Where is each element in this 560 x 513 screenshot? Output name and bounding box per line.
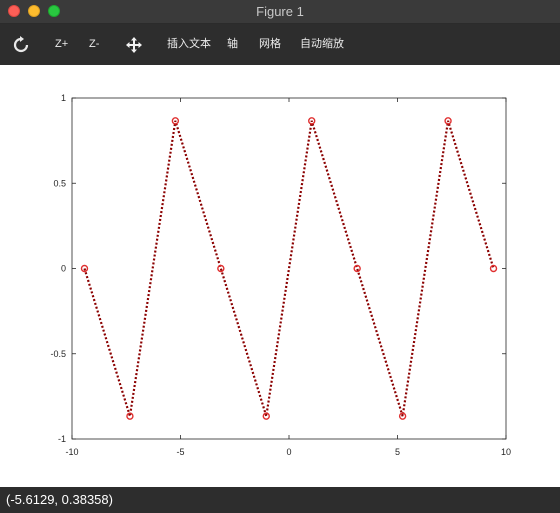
y-tick-label: 0	[61, 264, 66, 274]
y-tick-label: 1	[61, 93, 66, 103]
rotate-icon-glyph	[13, 36, 29, 53]
toolbar: Z+ Z- 插入文本 轴 网格 自动缩放	[0, 24, 560, 65]
figure-window: Figure 1 Z+ Z- 插入文本 轴 网格 自动缩放 -10 -5 0 5 10 1…	[0, 0, 560, 513]
axes-box	[71, 97, 507, 440]
insert-text-button[interactable]: 插入文本	[167, 24, 211, 65]
rotate-icon[interactable]	[12, 36, 30, 54]
autoscale-button[interactable]: 自动缩放	[300, 24, 344, 65]
plot-area[interactable]: -10 -5 0 5 10 1 0.5 0 -0.5 -1	[0, 65, 560, 487]
y-tick-label: -0.5	[50, 349, 66, 359]
grid-button[interactable]: 网格	[259, 24, 281, 65]
cursor-coordinates: (-5.6129, 0.38358)	[6, 492, 113, 507]
line-chart[interactable]: -10 -5 0 5 10 1 0.5 0 -0.5 -1	[0, 65, 560, 487]
y-tick-label: 0.5	[53, 178, 66, 188]
axis-button[interactable]: 轴	[227, 24, 238, 65]
status-bar: (-5.6129, 0.38358)	[0, 487, 560, 513]
window-title: Figure 1	[256, 4, 304, 19]
pan-arrows-icon[interactable]	[125, 36, 143, 54]
y-tick-label: -1	[58, 434, 66, 444]
x-tick-label: -5	[176, 447, 184, 457]
zoom-out-button[interactable]: Z-	[89, 24, 99, 65]
title-bar: Figure 1	[0, 0, 560, 24]
pan-icon-glyph	[126, 37, 142, 53]
x-tick-label: -10	[65, 447, 78, 457]
x-tick-label: 10	[501, 447, 511, 457]
x-tick-label: 0	[286, 447, 291, 457]
zoom-in-button[interactable]: Z+	[55, 24, 68, 65]
x-tick-label: 5	[395, 447, 400, 457]
